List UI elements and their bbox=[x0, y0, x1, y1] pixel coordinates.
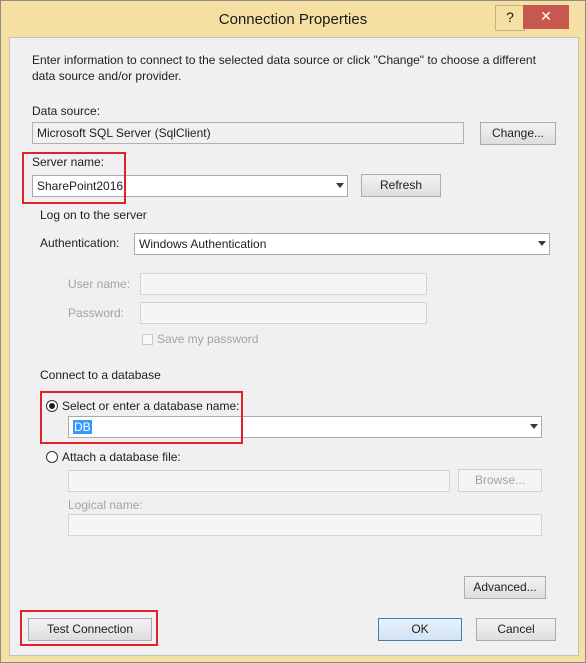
password-label: Password: bbox=[68, 306, 125, 320]
password-input[interactable] bbox=[140, 302, 427, 324]
authentication-value: Windows Authentication bbox=[139, 237, 267, 251]
authentication-label: Authentication: bbox=[40, 236, 120, 250]
authentication-dropdown[interactable]: Windows Authentication bbox=[134, 233, 550, 255]
ok-button[interactable]: OK bbox=[378, 618, 462, 641]
title-bar[interactable]: Connection Properties ? ✕ bbox=[1, 1, 585, 37]
save-password-label: Save my password bbox=[157, 332, 259, 346]
attach-database-label: Attach a database file: bbox=[62, 450, 181, 464]
chevron-down-icon[interactable] bbox=[336, 183, 344, 188]
refresh-button[interactable]: Refresh bbox=[361, 174, 441, 197]
browse-button[interactable]: Browse... bbox=[458, 469, 542, 492]
user-name-input[interactable] bbox=[140, 273, 427, 295]
logon-heading: Log on to the server bbox=[40, 208, 147, 222]
intro-text: Enter information to connect to the sele… bbox=[32, 53, 536, 83]
advanced-button[interactable]: Advanced... bbox=[464, 576, 546, 599]
database-heading: Connect to a database bbox=[40, 368, 161, 382]
data-source-label: Data source: bbox=[32, 104, 101, 118]
close-button[interactable]: ✕ bbox=[523, 5, 569, 29]
server-name-highlight bbox=[22, 152, 126, 204]
change-button[interactable]: Change... bbox=[480, 122, 556, 145]
test-connection-highlight bbox=[20, 610, 158, 646]
data-source-field: Microsoft SQL Server (SqlClient) bbox=[32, 122, 464, 144]
chevron-down-icon[interactable] bbox=[530, 424, 538, 429]
user-name-label: User name: bbox=[68, 277, 131, 291]
logical-name-input[interactable] bbox=[68, 514, 542, 536]
cancel-button[interactable]: Cancel bbox=[476, 618, 556, 641]
logical-name-label: Logical name: bbox=[68, 498, 143, 512]
attach-file-input[interactable] bbox=[68, 470, 450, 492]
attach-database-radio[interactable] bbox=[46, 451, 58, 463]
connection-properties-dialog: Connection Properties ? ✕ Enter informat… bbox=[0, 0, 586, 663]
database-highlight bbox=[40, 391, 243, 444]
dialog-body: Enter information to connect to the sele… bbox=[9, 37, 579, 656]
save-password-checkbox[interactable] bbox=[142, 334, 153, 345]
chevron-down-icon[interactable] bbox=[538, 241, 546, 246]
help-button[interactable]: ? bbox=[495, 5, 525, 31]
